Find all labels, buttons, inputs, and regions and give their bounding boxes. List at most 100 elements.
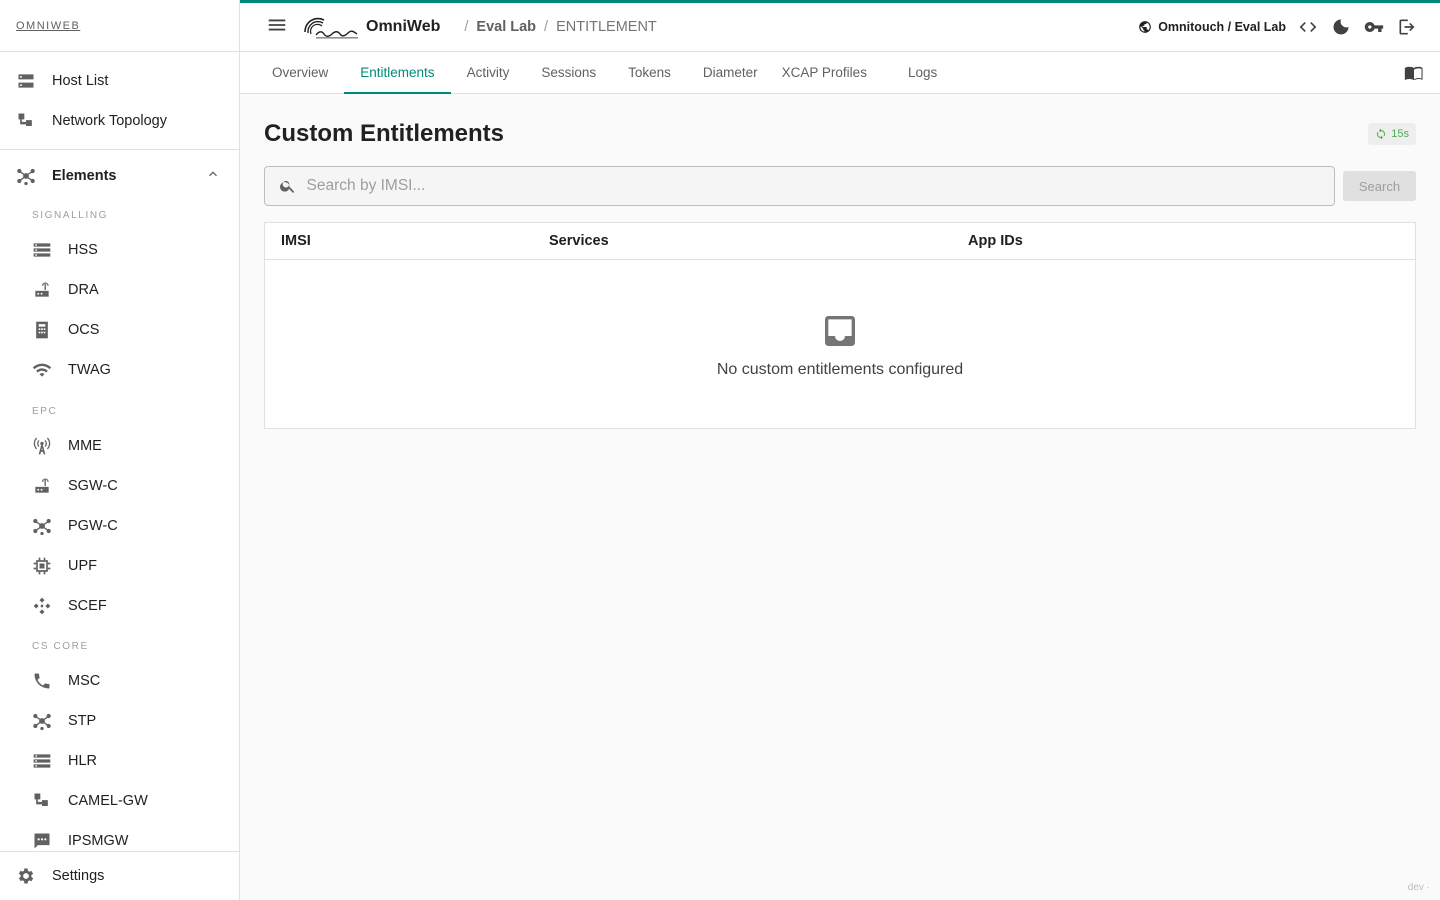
search-icon bbox=[280, 180, 295, 194]
entitlements-table: IMSI Services App IDs No custom entitlem… bbox=[264, 222, 1416, 429]
omnitouch-logo bbox=[302, 14, 360, 40]
sidebar-item-network-topology[interactable]: Network Topology bbox=[0, 101, 239, 141]
logout-icon[interactable] bbox=[1396, 16, 1418, 38]
sidebar-item-host-list[interactable]: Host List bbox=[0, 61, 239, 101]
sidebar-item-ocs[interactable]: OCS bbox=[0, 310, 239, 350]
chip-icon bbox=[32, 556, 52, 576]
auto-refresh-badge[interactable]: 15s bbox=[1368, 123, 1416, 145]
search-button[interactable]: Search bbox=[1343, 171, 1416, 201]
search-row: Search bbox=[264, 166, 1416, 206]
table-header: IMSI Services App IDs bbox=[265, 223, 1415, 260]
tab-xcap-profiles[interactable]: XCAP Profiles bbox=[766, 52, 883, 93]
menu-icon[interactable] bbox=[266, 14, 288, 41]
tenant-label: Omnitouch / Eval Lab bbox=[1158, 20, 1286, 34]
empty-message: No custom entitlements configured bbox=[716, 361, 964, 378]
tenant-selector[interactable]: Omnitouch / Eval Lab bbox=[1138, 20, 1286, 34]
sidebar-item-label: MME bbox=[68, 438, 102, 454]
tab-entitlements[interactable]: Entitlements bbox=[344, 52, 451, 94]
section-title-cs-core: CS CORE bbox=[32, 640, 89, 652]
breadcrumb: / Eval Lab / ENTITLEMENT bbox=[456, 19, 656, 35]
sidebar-item-upf[interactable]: UPF bbox=[0, 546, 239, 586]
column-header-imsi[interactable]: IMSI bbox=[265, 233, 549, 249]
hub-icon bbox=[32, 711, 52, 731]
sidebar-item-hss[interactable]: HSS bbox=[0, 230, 239, 270]
sidebar-item-label: Host List bbox=[52, 73, 109, 89]
page-title: Custom Entitlements bbox=[264, 120, 505, 147]
breadcrumb-separator: / bbox=[544, 19, 549, 35]
chevron-up-icon bbox=[205, 166, 221, 187]
search-input[interactable] bbox=[306, 177, 1334, 195]
tab-bar: Overview Entitlements Activity Sessions … bbox=[240, 52, 1440, 94]
sidebar-item-label: SCEF bbox=[68, 598, 107, 614]
sidebar-item-label: PGW-C bbox=[68, 518, 118, 534]
sidebar-item-label: DRA bbox=[68, 282, 99, 298]
gear-icon bbox=[16, 866, 36, 886]
sidebar-item-ipsmgw[interactable]: IPSMGW bbox=[0, 821, 239, 851]
storage-icon bbox=[32, 751, 52, 771]
sidebar-item-mme[interactable]: MME bbox=[0, 426, 239, 466]
elements-group-toggle[interactable]: Elements bbox=[0, 152, 239, 200]
sidebar: OMNIWEB Host List Network Topology Eleme… bbox=[0, 0, 240, 900]
hub-icon bbox=[32, 516, 52, 536]
settings-label: Settings bbox=[52, 868, 105, 884]
app-name: OmniWeb bbox=[366, 18, 441, 35]
phone-icon bbox=[32, 671, 52, 691]
dark-mode-icon[interactable] bbox=[1330, 16, 1352, 38]
top-right-controls: Omnitouch / Eval Lab bbox=[1138, 16, 1440, 38]
column-header-services[interactable]: Services bbox=[549, 233, 968, 249]
refresh-interval: 15s bbox=[1391, 128, 1409, 140]
docs-icon[interactable] bbox=[1404, 52, 1424, 93]
brand-link[interactable]: OMNIWEB bbox=[16, 20, 80, 32]
refresh-icon bbox=[1377, 128, 1386, 140]
api-icon bbox=[32, 596, 52, 616]
tab-logs[interactable]: Logs bbox=[892, 52, 953, 93]
breadcrumb-lab[interactable]: Eval Lab bbox=[476, 19, 536, 35]
topology-icon bbox=[32, 791, 52, 811]
sidebar-item-scef[interactable]: SCEF bbox=[0, 586, 239, 626]
sidebar-item-label: OCS bbox=[68, 322, 100, 338]
sidebar-item-stp[interactable]: STP bbox=[0, 701, 239, 741]
elements-list[interactable]: SIGNALLING HSS DRA OCS TWAG EPC MME SGW-… bbox=[0, 200, 239, 851]
top-bar: OmniWeb / Eval Lab / ENTITLEMENT Omnitou… bbox=[240, 0, 1440, 52]
section-title-epc: EPC bbox=[32, 405, 58, 417]
hub-icon bbox=[16, 166, 36, 186]
tab-sessions[interactable]: Sessions bbox=[525, 52, 612, 93]
top-nav: Host List Network Topology bbox=[0, 52, 239, 150]
sidebar-item-sgw-c[interactable]: SGW-C bbox=[0, 466, 239, 506]
sidebar-item-settings[interactable]: Settings bbox=[0, 851, 239, 900]
sidebar-item-msc[interactable]: MSC bbox=[0, 661, 239, 701]
tab-overview[interactable]: Overview bbox=[256, 52, 344, 93]
section-title-signalling: SIGNALLING bbox=[32, 209, 109, 221]
main-content: Custom Entitlements 15s Search IMSI Serv… bbox=[264, 94, 1416, 429]
sidebar-item-hlr[interactable]: HLR bbox=[0, 741, 239, 781]
wifi-icon bbox=[32, 360, 52, 380]
sidebar-item-label: Network Topology bbox=[52, 113, 167, 129]
sidebar-item-label: CAMEL-GW bbox=[68, 793, 148, 809]
tab-tokens[interactable]: Tokens bbox=[612, 52, 687, 93]
sidebar-item-label: MSC bbox=[68, 673, 101, 689]
server-list-icon bbox=[16, 71, 36, 91]
sidebar-item-label: UPF bbox=[68, 558, 97, 574]
router-icon bbox=[32, 280, 52, 300]
search-box[interactable] bbox=[264, 166, 1335, 206]
sidebar-item-label: IPSMGW bbox=[68, 833, 129, 849]
sidebar-item-label: SGW-C bbox=[68, 478, 118, 494]
globe-icon bbox=[1139, 21, 1152, 33]
tab-activity[interactable]: Activity bbox=[451, 52, 526, 93]
code-icon[interactable] bbox=[1297, 16, 1319, 38]
sidebar-item-twag[interactable]: TWAG bbox=[0, 350, 239, 390]
sidebar-item-camel-gw[interactable]: CAMEL-GW bbox=[0, 781, 239, 821]
antenna-icon bbox=[32, 436, 52, 456]
storage-icon bbox=[32, 240, 52, 260]
topology-icon bbox=[16, 111, 36, 131]
router-icon bbox=[32, 476, 52, 496]
sidebar-item-dra[interactable]: DRA bbox=[0, 270, 239, 310]
tab-diameter[interactable]: Diameter bbox=[687, 52, 766, 93]
sms-icon bbox=[32, 831, 52, 851]
column-header-app-ids[interactable]: App IDs bbox=[968, 233, 1415, 249]
sidebar-item-pgw-c[interactable]: PGW-C bbox=[0, 506, 239, 546]
title-row: Custom Entitlements 15s bbox=[264, 94, 1416, 174]
elements-label: Elements bbox=[52, 168, 117, 184]
inbox-icon bbox=[825, 316, 855, 346]
key-icon[interactable] bbox=[1363, 16, 1385, 38]
